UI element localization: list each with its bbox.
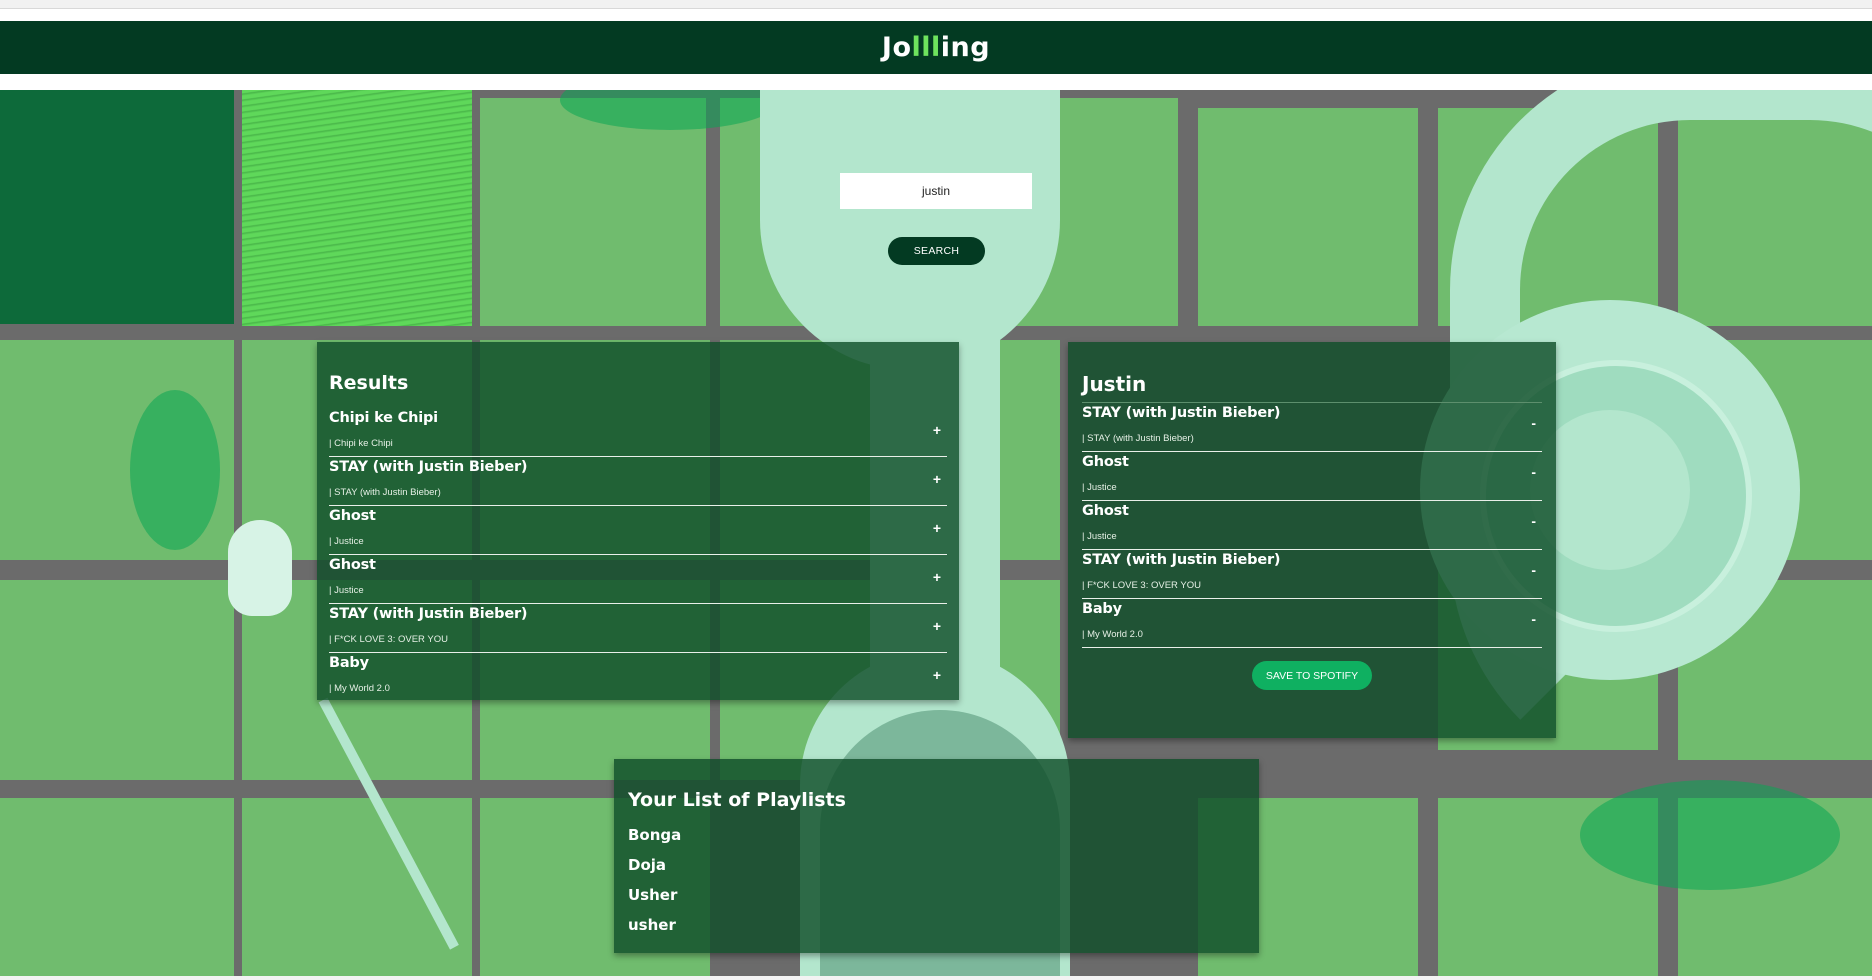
app-header: Jollling [0, 21, 1872, 74]
search-button[interactable]: SEARCH [888, 237, 985, 265]
add-track-button[interactable]: + [933, 422, 941, 438]
paint-splash [1580, 780, 1840, 890]
playlist-track-row: STAY (with Justin Bieber) | F*CK LOVE 3: … [1082, 550, 1542, 599]
browser-top-edge [0, 0, 1872, 9]
vase-top [760, 90, 1060, 370]
track-info: | My World 2.0 [1082, 629, 1143, 640]
track-info: | F*CK LOVE 3: OVER YOU [1082, 580, 1201, 591]
track-name: Ghost [329, 557, 376, 573]
add-track-button[interactable]: + [933, 520, 941, 536]
results-list: Chipi ke Chipi | Chipi ke Chipi + STAY (wit… [329, 408, 947, 700]
track-name: STAY (with Justin Bieber) [1082, 552, 1281, 568]
track-info: | F*CK LOVE 3: OVER YOU [329, 634, 448, 645]
earbud [228, 520, 292, 616]
result-track-row: STAY (with Justin Bieber) | F*CK LOVE 3: … [329, 604, 947, 653]
bg-tile [480, 98, 706, 326]
add-track-button[interactable]: + [933, 618, 941, 634]
paint-splash [130, 390, 220, 550]
track-name: STAY (with Justin Bieber) [1082, 405, 1281, 421]
track-name: Ghost [1082, 454, 1129, 470]
browser-bottom-edge [0, 976, 1872, 980]
bg-tile [0, 90, 234, 324]
result-track-row: Chipi ke Chipi | Chipi ke Chipi + [329, 408, 947, 457]
track-info: | Justice [1082, 482, 1117, 493]
bg-tile [0, 798, 234, 976]
playlist-track-row: Ghost | Justice - [1082, 452, 1542, 501]
add-track-button[interactable]: + [933, 667, 941, 683]
track-name: STAY (with Justin Bieber) [329, 606, 528, 622]
result-track-row: Ghost | Justice + [329, 506, 947, 555]
bg-tile [242, 798, 472, 976]
track-info: | Chipi ke Chipi [329, 438, 393, 449]
bg-tile [242, 90, 472, 326]
playlist-name[interactable]: Justin [1082, 372, 1542, 403]
logo-suffix: ing [940, 32, 991, 63]
track-name: Chipi ke Chipi [329, 410, 438, 426]
playlists-title: Your List of Playlists [628, 789, 846, 811]
results-title: Results [329, 372, 409, 394]
result-track-row: Ghost | Justice + [329, 555, 947, 604]
logo-prefix: Jo [881, 32, 912, 63]
save-to-spotify-button[interactable]: SAVE TO SPOTIFY [1252, 661, 1372, 690]
add-track-button[interactable]: + [933, 569, 941, 585]
playlists-panel: Your List of Playlists Bonga Doja Usher ush… [614, 759, 1259, 953]
remove-track-button[interactable]: - [1531, 611, 1536, 627]
track-info: | STAY (with Justin Bieber) [329, 487, 441, 498]
playlist-list-item[interactable]: usher [628, 915, 1245, 945]
app-logo[interactable]: Jollling [882, 32, 990, 63]
playlist-track-row: STAY (with Justin Bieber) | STAY (with Ju… [1082, 403, 1542, 452]
track-info: | Justice [329, 585, 364, 596]
track-info: | Justice [329, 536, 364, 547]
result-track-row: STAY (with Justin Bieber) | STAY (with Ju… [329, 457, 947, 506]
track-name: Ghost [1082, 503, 1129, 519]
bg-tile [0, 580, 234, 780]
bg-tile [990, 340, 1060, 560]
track-info: | Justice [1082, 531, 1117, 542]
track-name: Baby [329, 655, 369, 671]
remove-track-button[interactable]: - [1531, 415, 1536, 431]
add-track-button[interactable]: + [933, 471, 941, 487]
playlist-list-item[interactable]: Bonga [628, 825, 1245, 855]
track-name: STAY (with Justin Bieber) [329, 459, 528, 475]
remove-track-button[interactable]: - [1531, 464, 1536, 480]
remove-track-button[interactable]: - [1531, 513, 1536, 529]
results-panel: Results Chipi ke Chipi | Chipi ke Chipi + S… [317, 342, 959, 700]
track-info: | STAY (with Justin Bieber) [1082, 433, 1194, 444]
playlist-track-list: STAY (with Justin Bieber) | STAY (with Ju… [1082, 403, 1542, 648]
playlist-list-item[interactable]: Doja [628, 855, 1245, 885]
playlist-list-item[interactable]: Usher [628, 885, 1245, 915]
track-name: Baby [1082, 601, 1122, 617]
bg-tile [1198, 108, 1418, 326]
track-info: | My World 2.0 [329, 683, 390, 694]
logo-accent: lll [911, 32, 941, 63]
track-name: Ghost [329, 508, 376, 524]
remove-track-button[interactable]: - [1531, 562, 1536, 578]
search-input[interactable] [840, 173, 1032, 209]
result-track-row: Baby | My World 2.0 + [329, 653, 947, 700]
playlists-list: Bonga Doja Usher usher [628, 825, 1245, 945]
playlist-track-row: Baby | My World 2.0 - [1082, 599, 1542, 648]
playlist-track-row: Ghost | Justice - [1082, 501, 1542, 550]
